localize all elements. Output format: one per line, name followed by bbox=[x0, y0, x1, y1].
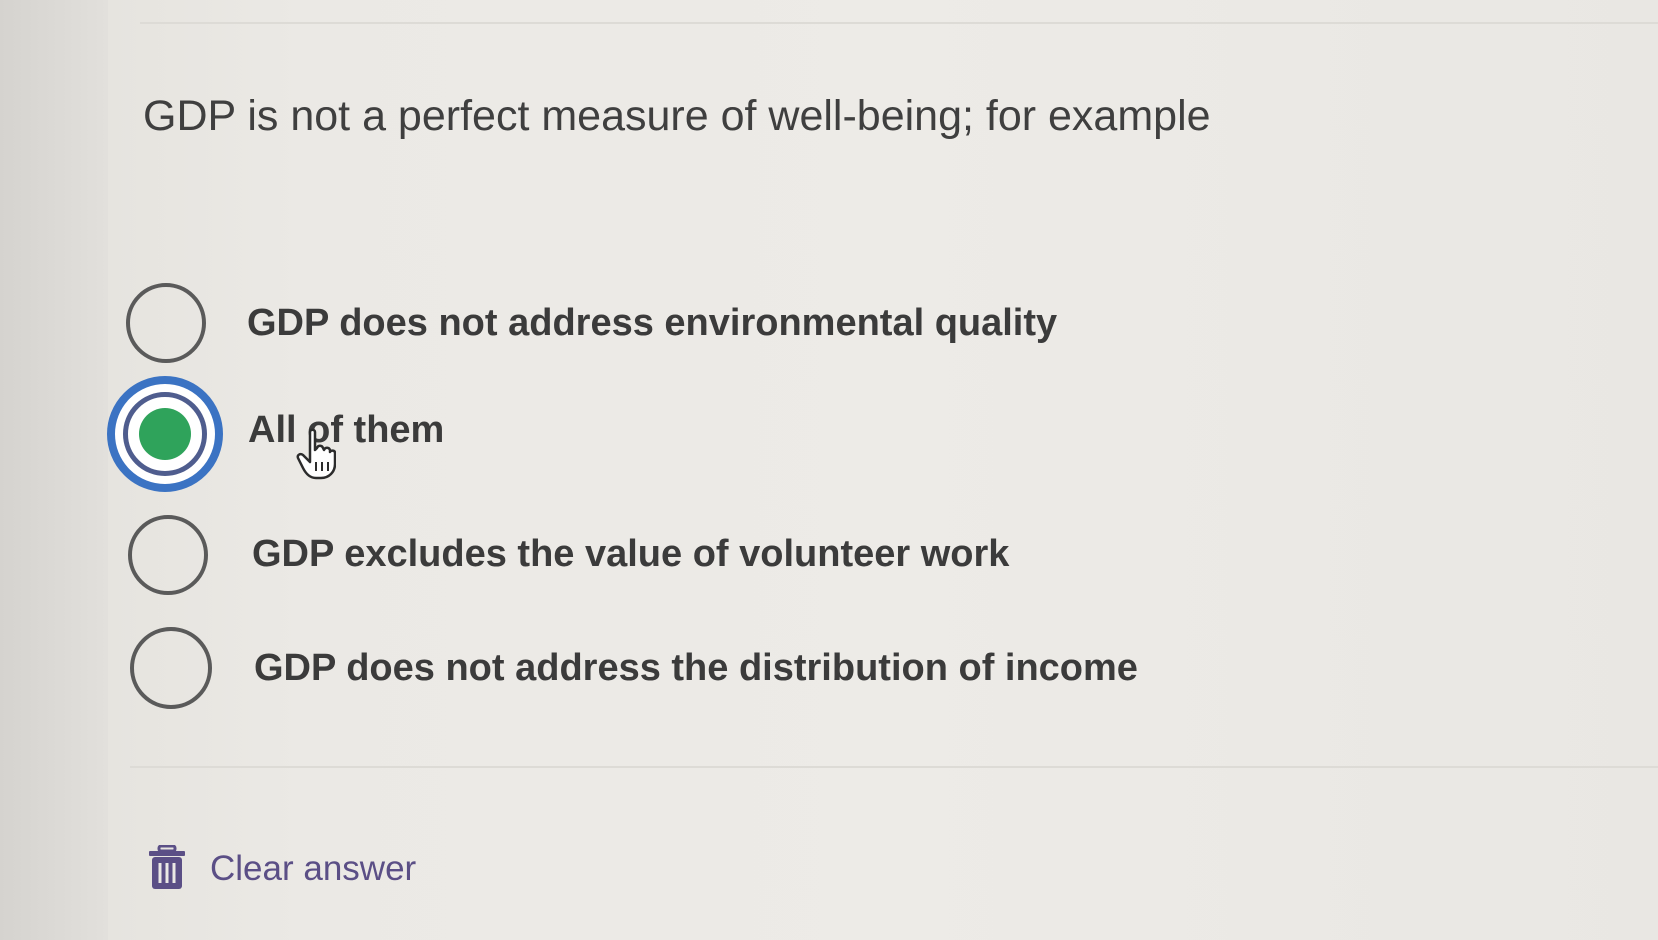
option-distribution-of-income[interactable]: GDP does not address the distribution of… bbox=[108, 620, 1138, 730]
option-label: GDP does not address environmental quali… bbox=[247, 302, 1058, 344]
question-text: GDP is not a perfect measure of well-bei… bbox=[143, 92, 1211, 140]
radio-inner-ring bbox=[123, 392, 207, 476]
radio-selected-dot bbox=[139, 408, 191, 460]
trash-icon bbox=[149, 845, 185, 889]
clear-answer-label: Clear answer bbox=[210, 849, 417, 888]
radio-button[interactable] bbox=[128, 515, 208, 595]
radio-button[interactable] bbox=[130, 627, 212, 709]
option-label: GDP excludes the value of volunteer work bbox=[252, 533, 1010, 575]
option-all-of-them[interactable]: All of them bbox=[107, 376, 1108, 492]
radio-button-selected[interactable] bbox=[107, 376, 223, 492]
bottom-divider bbox=[130, 766, 1658, 768]
option-label: GDP does not address the distribution of… bbox=[254, 647, 1138, 689]
hand-pointer-cursor-icon bbox=[296, 428, 336, 480]
clear-answer-button[interactable]: Clear answer bbox=[148, 845, 428, 895]
radio-button[interactable] bbox=[126, 283, 206, 363]
option-volunteer-work[interactable]: GDP excludes the value of volunteer work bbox=[108, 510, 1108, 620]
left-margin bbox=[0, 0, 108, 940]
top-divider bbox=[140, 22, 1658, 24]
option-environmental-quality[interactable]: GDP does not address environmental quali… bbox=[108, 275, 1108, 385]
option-label: All of them bbox=[248, 409, 445, 451]
